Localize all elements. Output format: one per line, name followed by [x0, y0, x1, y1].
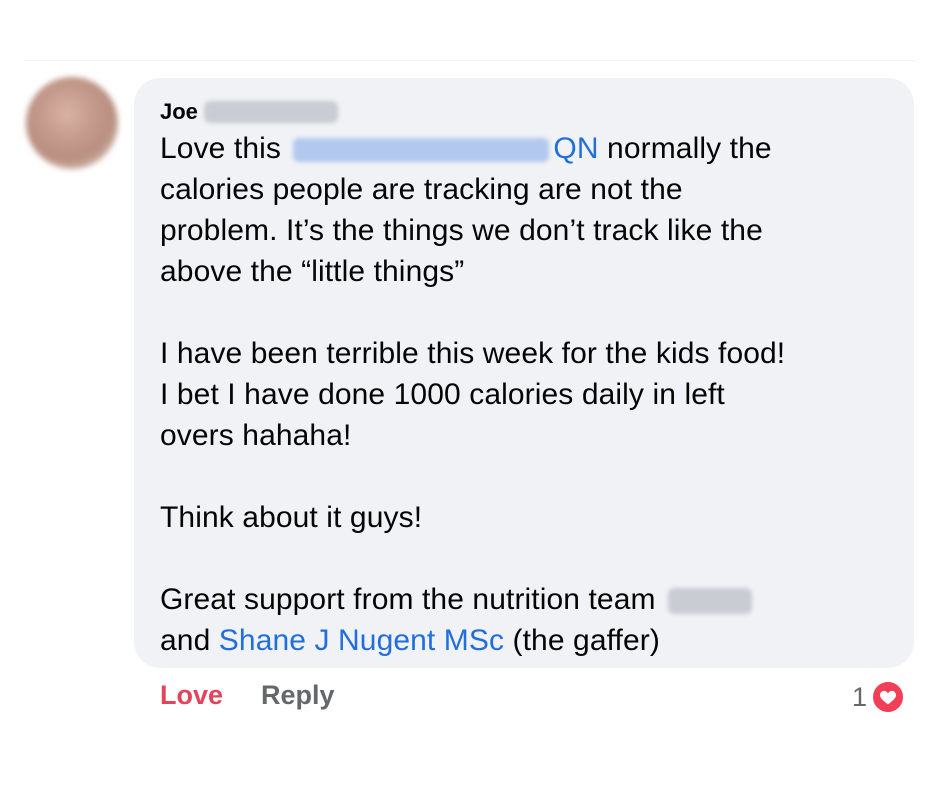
- comment-line: Think about it guys!: [160, 501, 423, 534]
- redacted-mention[interactable]: [293, 138, 550, 163]
- comment-text: Love this QN normally the calories peopl…: [160, 128, 888, 661]
- heart-icon: [871, 680, 906, 714]
- comment-line: problem. It’s the things we don’t track …: [160, 214, 763, 247]
- comment-line: I bet I have done 1000 calories daily in…: [160, 378, 725, 411]
- author-name[interactable]: Joe: [160, 99, 198, 125]
- comment-line: I have been terrible this week for the k…: [160, 337, 786, 370]
- comment-line: and Shane J Nugent MSc (the gaffer): [160, 620, 888, 661]
- comment-line: Great support from the nutrition team: [160, 579, 888, 620]
- redacted-surname: [203, 101, 338, 123]
- comment-line: calories people are tracking are not the: [160, 173, 683, 206]
- redacted-mention[interactable]: [668, 588, 753, 615]
- comment-actions: Love Reply: [160, 680, 335, 711]
- reply-button[interactable]: Reply: [261, 680, 335, 711]
- divider: [24, 60, 916, 61]
- mention-link[interactable]: Shane J Nugent MSc: [219, 624, 504, 657]
- reaction-summary[interactable]: 1: [852, 680, 906, 714]
- text-fragment: normally the: [598, 132, 772, 165]
- text-fragment: Love this: [160, 132, 281, 165]
- author-row: Joe: [160, 96, 888, 128]
- comment-line: above the “little things”: [160, 255, 465, 288]
- comment-line: overs hahaha!: [160, 419, 352, 452]
- reaction-count: 1: [852, 681, 868, 712]
- avatar[interactable]: [26, 77, 118, 169]
- text-fragment: and: [160, 624, 219, 657]
- love-button[interactable]: Love: [160, 680, 223, 711]
- text-fragment: Great support from the nutrition team: [160, 583, 656, 616]
- comment-bubble: Joe Love this QN normally the calories p…: [134, 78, 914, 668]
- text-fragment: (the gaffer): [504, 624, 660, 657]
- mention-link[interactable]: QN: [553, 132, 598, 165]
- comment-line: Love this QN normally the: [160, 128, 888, 169]
